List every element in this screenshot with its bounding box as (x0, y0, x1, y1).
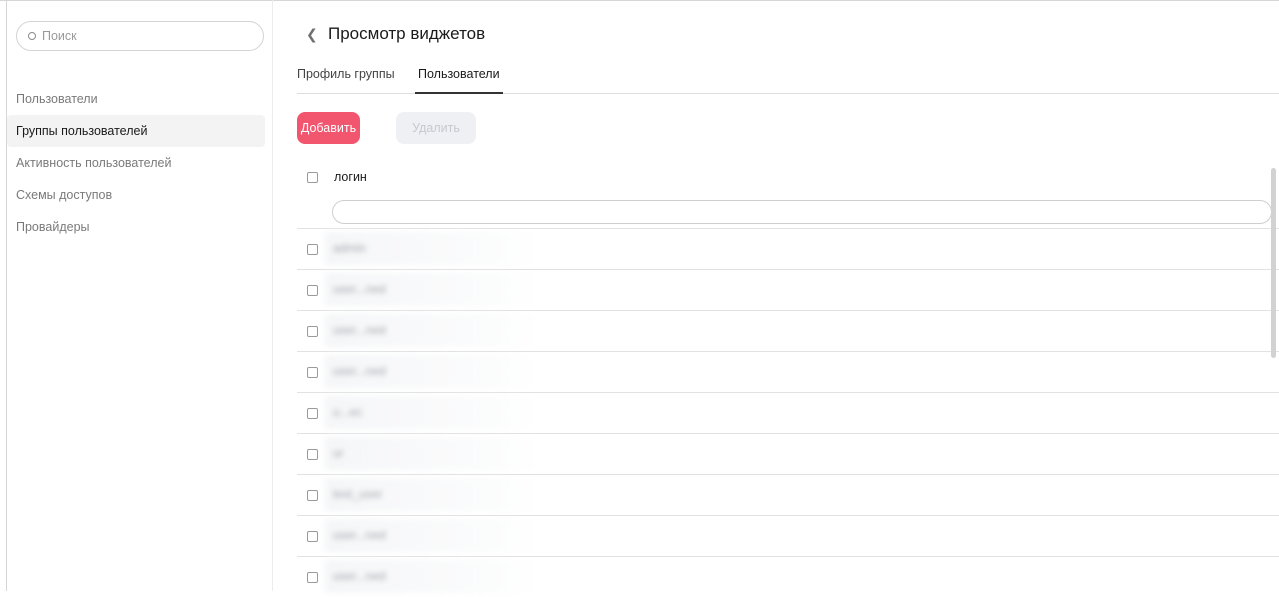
row-login: user...ned (333, 528, 386, 542)
row-login: test_user (333, 487, 383, 501)
sidebar: Пользователи Группы пользователей Активн… (7, 0, 273, 591)
table-header: логин (307, 170, 367, 184)
redaction-blur (325, 437, 535, 470)
sidebar-search-box[interactable] (16, 21, 264, 51)
row-login: user...ned (333, 569, 386, 583)
row-login: u...ec (333, 405, 363, 419)
row-login: user...ned (333, 364, 386, 378)
row-login: admin (333, 241, 366, 255)
sidebar-item-user-activity[interactable]: Активность пользователей (7, 147, 265, 179)
chevron-left-icon[interactable]: ❮ (306, 26, 324, 43)
tab-users[interactable]: Пользователи (415, 56, 503, 94)
vertical-scrollbar[interactable] (1271, 168, 1276, 358)
page-header: ❮ Просмотр виджетов (306, 24, 485, 44)
tab-group-profile[interactable]: Профиль группы (297, 56, 395, 93)
row-checkbox[interactable] (307, 572, 318, 583)
row-checkbox[interactable] (307, 244, 318, 255)
table-row[interactable]: test_user (297, 474, 1279, 515)
table-row[interactable]: user...ned (297, 269, 1279, 310)
main-content: ❮ Просмотр виджетов Профиль группы Польз… (273, 0, 1279, 593)
table-row[interactable]: user...ned (297, 515, 1279, 556)
row-login: ur (333, 446, 344, 460)
delete-button[interactable]: Удалить (396, 112, 476, 144)
sidebar-item-providers[interactable]: Провайдеры (7, 211, 265, 243)
select-all-checkbox[interactable] (307, 171, 318, 183)
row-login: user...ned (333, 282, 386, 296)
sidebar-item-users[interactable]: Пользователи (7, 83, 265, 115)
login-filter-input[interactable] (332, 200, 1272, 224)
sidebar-item-access-schemes[interactable]: Схемы доступов (7, 179, 265, 211)
search-icon (28, 32, 36, 40)
row-checkbox[interactable] (307, 285, 318, 296)
table-row[interactable]: u...ec (297, 392, 1279, 433)
sidebar-item-user-groups[interactable]: Группы пользователей (7, 115, 265, 147)
sidebar-nav: Пользователи Группы пользователей Активн… (7, 83, 265, 243)
row-checkbox[interactable] (307, 408, 318, 419)
row-checkbox[interactable] (307, 490, 318, 501)
column-header-login: логин (334, 170, 367, 184)
table-row[interactable]: user...ned (297, 351, 1279, 392)
search-input[interactable] (42, 29, 242, 43)
row-checkbox[interactable] (307, 367, 318, 378)
page-title: Просмотр виджетов (328, 24, 486, 43)
table-row[interactable]: user...ned (297, 310, 1279, 351)
table-row[interactable]: admin (297, 228, 1279, 269)
tab-bar: Профиль группы Пользователи (297, 56, 1279, 94)
row-checkbox[interactable] (307, 531, 318, 542)
add-button[interactable]: Добавить (297, 112, 360, 144)
row-login: user...ned (333, 323, 386, 337)
row-checkbox[interactable] (307, 449, 318, 460)
table-body: admin user...ned user...ned user...ned u… (297, 228, 1279, 597)
table-row[interactable]: ur (297, 433, 1279, 474)
row-checkbox[interactable] (307, 326, 318, 337)
